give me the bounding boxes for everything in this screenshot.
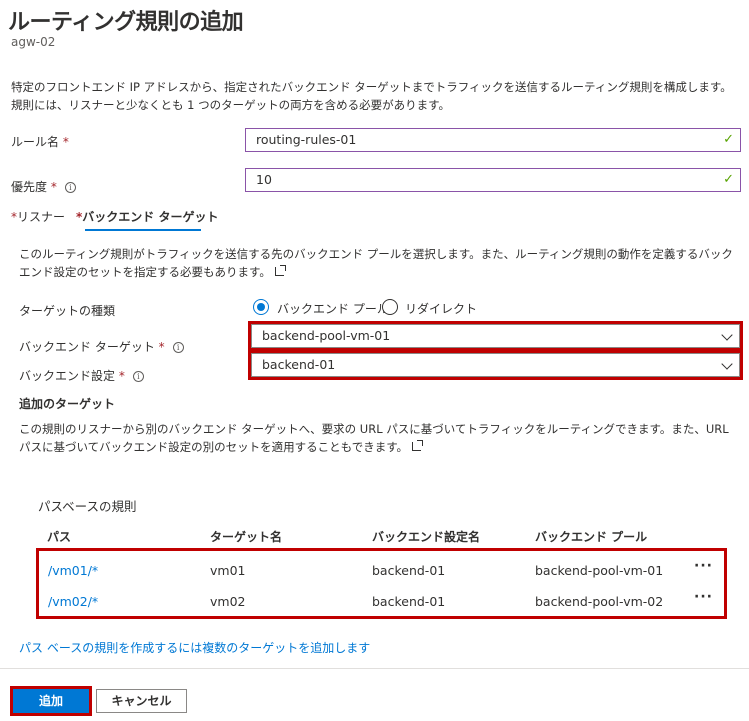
backend-target-dropdown[interactable]: backend-pool-vm-01 [251,324,740,348]
info-icon[interactable]: i [64,182,76,193]
additional-targets-heading: 追加のターゲット [19,397,116,411]
add-button[interactable]: 追加 [13,689,89,713]
required-mark: * [50,180,57,194]
rule-name-label: ルール名 * [11,135,69,149]
priority-label: 優先度 * i [11,178,76,195]
table-cell-pool: backend-pool-vm-02 [535,594,664,609]
more-actions-icon[interactable]: ··· [694,589,713,605]
backend-settings-label: バックエンド設定 * i [19,367,144,384]
backend-description: このルーティング規則がトラフィックを送信する先のバックエンド プールを選択します… [19,247,733,279]
add-multiple-targets-link[interactable]: パス ベースの規則を作成するには複数のターゲットを追加します [19,639,370,656]
column-header-backend-pool: バックエンド プール [535,530,648,544]
required-mark: * [118,369,125,383]
rule-name-input[interactable]: routing-rules-01 ✓ [245,128,741,152]
external-link-icon[interactable] [412,440,424,451]
table-cell-pool: backend-pool-vm-01 [535,563,664,578]
target-type-label: ターゲットの種類 [19,304,116,318]
backend-settings-dropdown[interactable]: backend-01 [251,353,740,377]
resource-name: agw-02 [11,35,56,49]
additional-targets-description: この規則のリスナーから別のバックエンド ターゲットへ、要求の URL パスに基づ… [19,422,729,454]
table-cell-settings: backend-01 [372,594,446,609]
tab-backend-targets[interactable]: *バックエンド ターゲット [76,208,218,225]
chevron-down-icon [721,358,733,370]
path-rules-heading: パスベースの規則 [38,499,137,514]
priority-input[interactable]: 10 ✓ [245,168,741,192]
required-mark: * [62,135,69,149]
required-mark: * [158,340,165,354]
cancel-button[interactable]: キャンセル [96,689,187,713]
valid-check-icon: ✓ [723,172,734,187]
valid-check-icon: ✓ [723,132,734,147]
path-rule-link[interactable]: /vm01/* [48,563,98,578]
footer-divider [0,668,749,669]
page-title: ルーティング規則の追加 [8,10,244,35]
active-tab-indicator [85,229,201,231]
table-cell-settings: backend-01 [372,563,446,578]
column-header-path: パス [47,530,72,544]
radio-redirect[interactable] [382,299,398,315]
external-link-icon[interactable] [274,265,286,276]
more-actions-icon[interactable]: ··· [694,558,713,574]
table-cell-target: vm01 [210,563,246,578]
column-header-backend-settings: バックエンド設定名 [372,530,481,544]
info-icon[interactable]: i [172,342,184,353]
radio-backend-pool-label[interactable]: バックエンド プール [277,300,389,317]
tab-listener[interactable]: *リスナー [11,208,65,225]
path-rule-link[interactable]: /vm02/* [48,594,98,609]
radio-backend-pool[interactable] [253,299,269,315]
info-icon[interactable]: i [132,371,144,382]
column-header-target-name: ターゲット名 [210,530,283,544]
radio-redirect-label[interactable]: リダイレクト [405,300,477,317]
chevron-down-icon [721,329,733,341]
table-cell-target: vm02 [210,594,246,609]
page-description: 特定のフロントエンド IP アドレスから、指定されたバックエンド ターゲットまで… [11,80,732,112]
backend-target-label: バックエンド ターゲット * i [19,338,184,355]
